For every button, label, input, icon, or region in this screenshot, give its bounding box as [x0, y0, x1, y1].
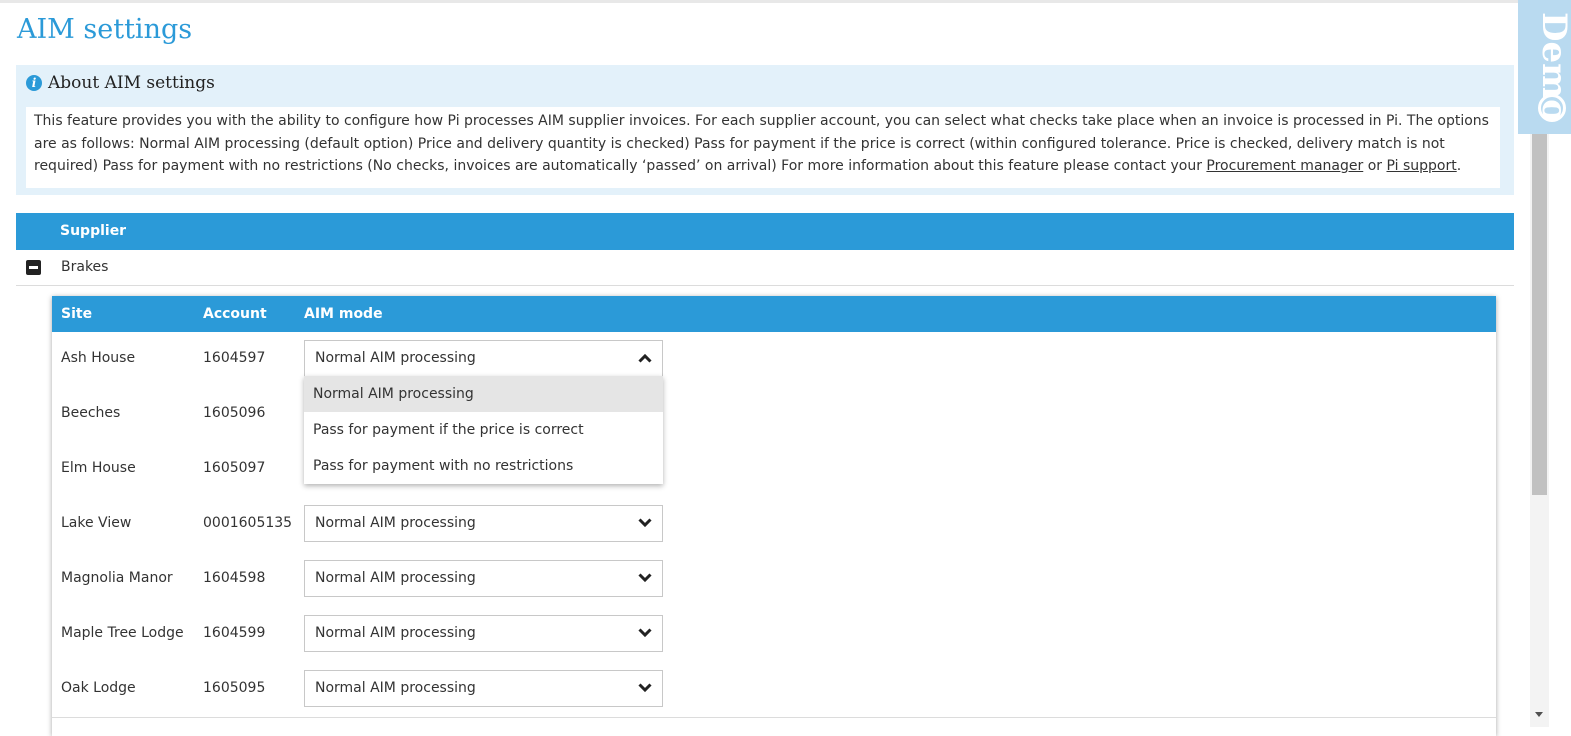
aim-mode-select[interactable]: Normal AIM processing: [304, 340, 663, 377]
table-row: Oak Lodge 1605095 Normal AIM processing: [52, 662, 1496, 718]
demo-logo-icon: [1538, 94, 1566, 122]
table-row: Elm House 1605097: [52, 442, 1496, 498]
dropdown-option-normal[interactable]: Normal AIM processing: [304, 376, 663, 412]
accounts-table-header: Site Account AIM mode: [52, 296, 1496, 332]
account-cell: 0001605135: [203, 515, 293, 531]
supplier-row: Brakes: [16, 250, 1514, 286]
account-cell: 1605095: [203, 680, 266, 696]
dropdown-option-pass-if-price-correct[interactable]: Pass for payment if the price is correct: [304, 412, 663, 448]
about-end: .: [1456, 158, 1462, 174]
table-row: Ash House 1604597 Normal AIM processing: [52, 332, 1496, 388]
table-row: Lake View 0001605135 Normal AIM processi…: [52, 497, 1496, 553]
aim-mode-value: Normal AIM processing: [315, 570, 476, 586]
site-cell: Oak Lodge: [61, 680, 136, 696]
aim-mode-value: Normal AIM processing: [315, 515, 476, 531]
top-border: [0, 0, 1571, 3]
about-conjunction: or: [1367, 158, 1383, 174]
site-cell: Ash House: [61, 350, 136, 366]
about-description: This feature provides you with the abili…: [26, 107, 1500, 188]
aim-mode-select[interactable]: Normal AIM processing: [304, 505, 663, 542]
about-title: About AIM settings: [48, 73, 215, 93]
supplier-table-header: Supplier: [16, 213, 1514, 250]
supplier-column-header[interactable]: Supplier: [60, 223, 126, 239]
accounts-panel: Site Account AIM mode Ash House 1604597 …: [52, 296, 1496, 736]
account-cell: 1604599: [203, 625, 266, 641]
table-row: Beeches 1605096: [52, 387, 1496, 443]
account-cell: 1605097: [203, 460, 266, 476]
aim-mode-dropdown: Normal AIM processing Pass for payment i…: [304, 376, 663, 484]
aim-mode-column-header[interactable]: AIM mode: [304, 306, 383, 322]
page-title: AIM settings: [17, 14, 193, 45]
table-row: Maple Tree Lodge 1604599 Normal AIM proc…: [52, 607, 1496, 663]
chevron-down-icon: [638, 628, 652, 638]
chevron-up-icon: [638, 353, 652, 363]
site-cell: Magnolia Manor: [61, 570, 173, 586]
supplier-name: Brakes: [61, 259, 109, 275]
aim-mode-select[interactable]: Normal AIM processing: [304, 560, 663, 597]
site-column-header[interactable]: Site: [61, 306, 92, 322]
aim-mode-value: Normal AIM processing: [315, 350, 476, 366]
account-cell: 1604597: [203, 350, 266, 366]
site-cell: Lake View: [61, 515, 132, 531]
account-cell: 1604598: [203, 570, 266, 586]
aim-mode-select[interactable]: Normal AIM processing: [304, 670, 663, 707]
chevron-down-icon: [638, 683, 652, 693]
chevron-down-icon: [638, 573, 652, 583]
info-icon: i: [26, 75, 42, 91]
site-cell: Beeches: [61, 405, 121, 421]
collapse-icon[interactable]: [26, 260, 41, 275]
about-panel: i About AIM settings This feature provid…: [16, 65, 1514, 195]
scroll-down-arrow-icon[interactable]: [1535, 712, 1543, 717]
aim-mode-select[interactable]: Normal AIM processing: [304, 615, 663, 652]
dropdown-option-pass-no-restrictions[interactable]: Pass for payment with no restrictions: [304, 448, 663, 484]
procurement-manager-link[interactable]: Procurement manager: [1206, 158, 1363, 174]
pi-support-link[interactable]: Pi support: [1386, 158, 1456, 174]
account-cell: 1605096: [203, 405, 266, 421]
site-cell: Maple Tree Lodge: [61, 625, 184, 641]
table-row: Magnolia Manor 1604598 Normal AIM proces…: [52, 552, 1496, 608]
aim-mode-value: Normal AIM processing: [315, 625, 476, 641]
site-cell: Elm House: [61, 460, 136, 476]
account-column-header[interactable]: Account: [203, 306, 267, 322]
aim-mode-value: Normal AIM processing: [315, 680, 476, 696]
demo-side-tab[interactable]: Demo: [1518, 0, 1571, 134]
about-header: i About AIM settings: [26, 73, 215, 93]
chevron-down-icon: [638, 518, 652, 528]
